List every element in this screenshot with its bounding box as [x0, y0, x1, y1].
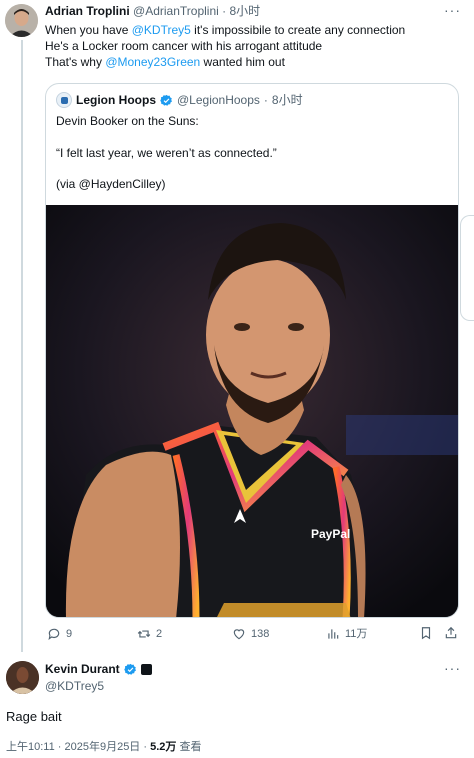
reply-icon [48, 628, 60, 641]
views-count: 11万 [345, 628, 368, 640]
author-handle[interactable]: @AdrianTroplini [133, 4, 219, 18]
avatar-portrait [6, 661, 39, 694]
verified-badge-icon [160, 94, 172, 106]
heart-icon [233, 629, 245, 640]
text-line1-post: it's impossibile to create any connectio… [190, 23, 406, 37]
avatar-adrian[interactable] [5, 4, 38, 37]
quote-author-name[interactable]: Legion Hoops [76, 92, 156, 108]
author-name[interactable]: Adrian Troplini [45, 4, 130, 18]
tweet-text: When you have @KDTrey5 it's impossibile … [45, 22, 462, 70]
text-line3-post: wanted him out [200, 55, 285, 69]
mention-kdtrey5[interactable]: @KDTrey5 [132, 23, 191, 37]
thread-line [21, 40, 23, 652]
tweet-main: Adrian Troplini @AdrianTroplini · 8小时 Wh… [45, 4, 462, 70]
quote-author-handle[interactable]: @LegionHoops [177, 92, 260, 108]
text-line1-pre: When you have [45, 23, 132, 37]
legion-hoops-avatar[interactable] [56, 92, 72, 108]
dot-separator: · [222, 4, 227, 18]
reply-author-name[interactable]: Kevin Durant [45, 662, 120, 677]
bookmark-button[interactable] [419, 626, 433, 640]
player-photo[interactable]: PayPal [46, 205, 458, 617]
svg-text:PayPal: PayPal [311, 527, 350, 541]
more-options-icon[interactable]: ··· [444, 2, 461, 18]
reply-meta: 上午10:11 · 2025年9月25日 · 5.2万 查看 [6, 740, 201, 754]
quote-line2: “I felt last year, we weren’t as connect… [56, 146, 277, 160]
views-chart-icon [328, 629, 339, 639]
text-line2: He's a Locker room cancer with his arrog… [45, 39, 323, 53]
quote-line3: (via @HaydenCilley) [56, 177, 166, 191]
dot-separator: · [263, 93, 268, 107]
bookmark-icon [421, 627, 431, 640]
share-icon [445, 626, 457, 639]
quote-time[interactable]: 8小时 [272, 92, 303, 108]
quote-line1: Devin Booker on the Suns: [56, 114, 199, 128]
avatar-portrait [5, 4, 38, 37]
reply-text: Rage bait [6, 709, 62, 724]
reply-button[interactable]: 9 [47, 626, 72, 642]
retweet-count: 2 [156, 628, 163, 640]
reply-count: 9 [66, 628, 73, 640]
mention-money23green[interactable]: @Money23Green [105, 55, 200, 69]
more-options-icon[interactable]: ··· [444, 660, 461, 676]
action-bar: 9 2 138 11万 [45, 626, 463, 644]
avatar-kevin[interactable] [6, 661, 39, 694]
like-button[interactable]: 138 [232, 626, 269, 642]
text-line3-pre: That's why [45, 55, 106, 69]
reply-author-handle[interactable]: @KDTrey5 [45, 678, 152, 694]
verified-badge-icon [123, 663, 136, 675]
quoted-tweet[interactable]: Legion Hoops @LegionHoops · 8小时 Devin Bo… [45, 83, 459, 618]
reply-views-label: 查看 [176, 741, 202, 753]
retweet-button[interactable]: 2 [137, 626, 162, 642]
reply-header: Kevin Durant @KDTrey5 [45, 662, 152, 694]
views-button[interactable]: 11万 [326, 626, 367, 642]
share-button[interactable] [444, 626, 458, 640]
reply-timestamp[interactable]: 上午10:11 · 2025年9月25日 · [6, 741, 150, 753]
reply-views-count: 5.2万 [150, 741, 177, 753]
player-illustration: PayPal [46, 205, 458, 617]
side-panel-edge [460, 215, 474, 321]
retweet-icon [137, 630, 151, 638]
like-count: 138 [251, 628, 270, 640]
affiliate-badge-icon [140, 664, 152, 675]
tweet-time[interactable]: 8小时 [229, 4, 260, 18]
